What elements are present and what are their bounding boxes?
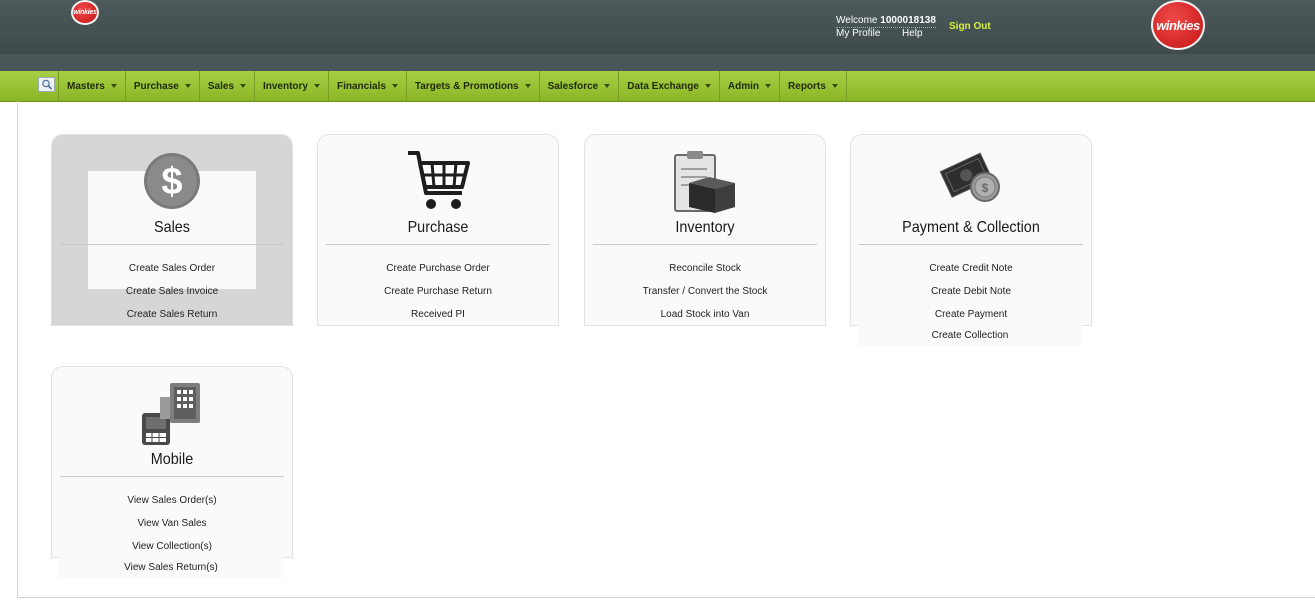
dollar-icon[interactable]: $	[140, 149, 204, 215]
top-header: winkies Welcome 1000018138 My Profile He…	[0, 0, 1315, 54]
create-sales-order-link[interactable]: Create Sales Order	[52, 263, 292, 274]
nav-admin-label: Admin	[727, 80, 760, 92]
nav-targets-promotions[interactable]: Targets & Promotions	[407, 71, 540, 101]
winkies-logo-small[interactable]: winkies	[71, 0, 99, 25]
nav-targets-promotions-label: Targets & Promotions	[414, 80, 519, 92]
reconcile-stock-link[interactable]: Reconcile Stock	[585, 263, 825, 274]
chevron-down-icon	[391, 84, 398, 88]
nav-masters[interactable]: Masters	[59, 71, 126, 101]
svg-text:$: $	[161, 161, 182, 203]
nav-admin[interactable]: Admin	[720, 71, 781, 101]
purchase-card: Purchase Create Purchase Order Create Pu…	[317, 134, 559, 326]
sales-card: $ Sales Create Sales Order Create Sales …	[51, 134, 293, 326]
main-nav: Masters Purchase Sales Inventory Financi…	[0, 71, 1315, 102]
nav-reports[interactable]: Reports	[780, 71, 847, 101]
chevron-down-icon	[110, 84, 117, 88]
payment-card-title[interactable]: Payment & Collection	[863, 219, 1079, 237]
chevron-down-icon	[314, 84, 320, 88]
nav-financials-label: Financials	[337, 80, 386, 92]
nav-purchase[interactable]: Purchase	[126, 71, 200, 101]
divider	[60, 476, 284, 477]
divider	[593, 244, 817, 245]
dashboard-content: $ Sales Create Sales Order Create Sales …	[17, 101, 1315, 598]
create-credit-note-link[interactable]: Create Credit Note	[851, 263, 1091, 274]
nav-salesforce[interactable]: Salesforce	[540, 71, 620, 101]
inventory-card-title[interactable]: Inventory	[597, 219, 813, 237]
shopping-cart-icon[interactable]	[406, 149, 470, 215]
welcome-text: Welcome 1000018138	[836, 15, 936, 28]
sign-out-link[interactable]: Sign Out	[949, 21, 991, 32]
nav-salesforce-label: Salesforce	[547, 80, 599, 92]
inventory-card: Inventory Reconcile Stock Transfer / Con…	[584, 134, 826, 326]
divider	[859, 244, 1083, 245]
view-sales-returns-link[interactable]: View Sales Return(s)	[59, 557, 283, 578]
nav-menu: Masters Purchase Sales Inventory Financi…	[58, 71, 847, 101]
mobile-card-title[interactable]: Mobile	[64, 451, 280, 469]
create-collection-link[interactable]: Create Collection	[858, 325, 1082, 346]
view-sales-orders-link[interactable]: View Sales Order(s)	[52, 495, 292, 506]
nav-data-exchange[interactable]: Data Exchange	[619, 71, 720, 101]
sales-card-title[interactable]: Sales	[64, 219, 280, 237]
payment-collection-card: $ Payment & Collection Create Credit Not…	[850, 134, 1092, 326]
create-sales-return-link[interactable]: Create Sales Return	[52, 309, 292, 320]
create-sales-invoice-link[interactable]: Create Sales Invoice	[52, 286, 292, 297]
chevron-down-icon	[704, 84, 711, 88]
help-link[interactable]: Help	[902, 28, 923, 39]
search-icon[interactable]	[38, 77, 55, 92]
view-van-sales-link[interactable]: View Van Sales	[52, 518, 292, 529]
svg-text:$: $	[982, 181, 989, 195]
create-purchase-return-link[interactable]: Create Purchase Return	[318, 286, 558, 297]
purchase-card-title[interactable]: Purchase	[330, 219, 546, 237]
nav-data-exchange-label: Data Exchange	[627, 80, 699, 92]
clipboard-box-icon[interactable]	[673, 149, 737, 215]
mobile-building-icon[interactable]	[140, 381, 204, 447]
create-payment-link[interactable]: Create Payment	[851, 309, 1091, 320]
welcome-label: Welcome	[836, 15, 878, 26]
money-coins-icon[interactable]: $	[939, 149, 1003, 215]
nav-sales-label: Sales	[207, 80, 234, 92]
header-subbar	[0, 54, 1315, 71]
winkies-logo-large: winkies	[1151, 0, 1205, 50]
chevron-down-icon	[831, 84, 838, 88]
nav-masters-label: Masters	[67, 80, 105, 92]
received-pi-link[interactable]: Received PI	[318, 309, 558, 320]
chevron-down-icon	[524, 84, 531, 88]
chevron-down-icon	[239, 84, 246, 88]
view-collections-link[interactable]: View Collection(s)	[52, 541, 292, 552]
chevron-down-icon	[604, 84, 611, 88]
divider	[60, 244, 284, 245]
nav-inventory-label: Inventory	[262, 80, 308, 92]
nav-purchase-label: Purchase	[133, 80, 179, 92]
load-stock-into-van-link[interactable]: Load Stock into Van	[585, 309, 825, 320]
chevron-down-icon	[765, 84, 772, 88]
create-debit-note-link[interactable]: Create Debit Note	[851, 286, 1091, 297]
my-profile-link[interactable]: My Profile	[836, 28, 880, 39]
chevron-down-icon	[184, 84, 191, 88]
nav-inventory[interactable]: Inventory	[255, 71, 329, 101]
mobile-card: Mobile View Sales Order(s) View Van Sale…	[51, 366, 293, 558]
nav-sales[interactable]: Sales	[200, 71, 255, 101]
transfer-convert-stock-link[interactable]: Transfer / Convert the Stock	[585, 286, 825, 297]
nav-financials[interactable]: Financials	[329, 71, 407, 101]
divider	[326, 244, 550, 245]
user-id: 1000018138	[880, 15, 936, 26]
create-purchase-order-link[interactable]: Create Purchase Order	[318, 263, 558, 274]
nav-reports-label: Reports	[788, 80, 826, 92]
